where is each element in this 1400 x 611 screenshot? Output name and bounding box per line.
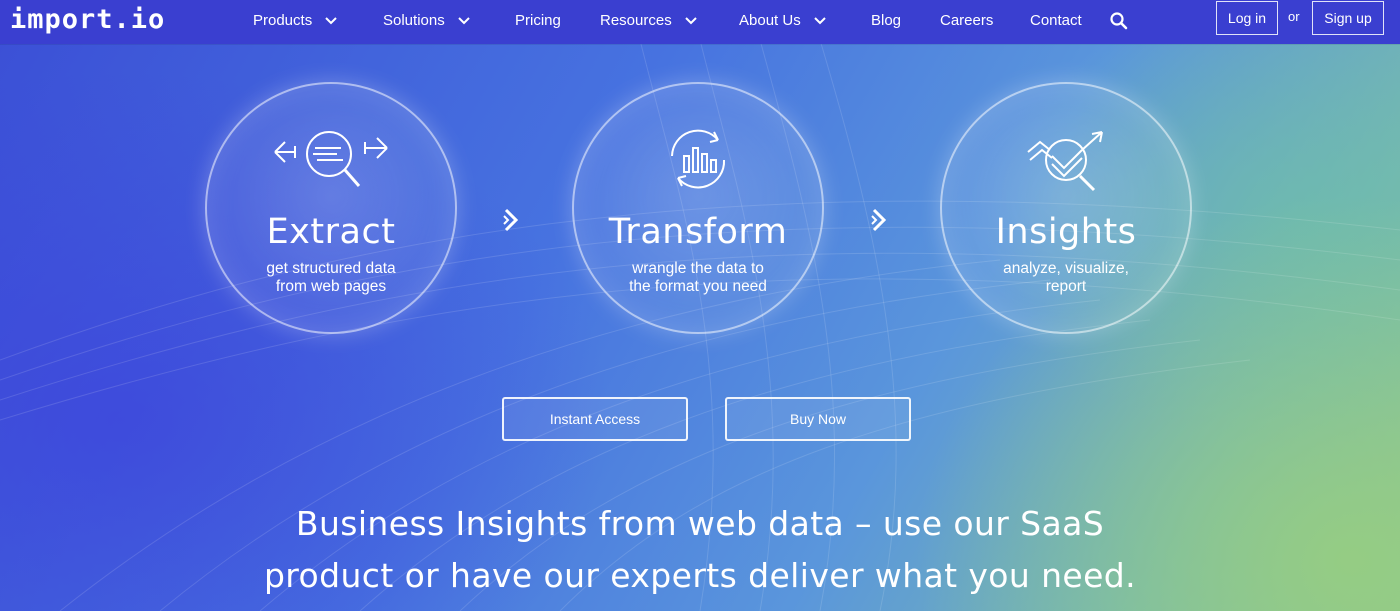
nav-about-us[interactable]: About Us (739, 12, 827, 29)
nav-careers[interactable]: Careers (940, 12, 993, 29)
insights-description-line2: report (1045, 278, 1087, 295)
transform-description-line1: wrangle the data to (632, 260, 764, 277)
double-chevron-right-icon (503, 208, 519, 232)
login-button[interactable]: Log in (1216, 1, 1278, 35)
transform-title: Transform (608, 212, 788, 252)
nav-pricing[interactable]: Pricing (515, 12, 561, 29)
search-icon[interactable] (1109, 11, 1129, 31)
nav-solutions[interactable]: Solutions (383, 12, 471, 29)
instant-access-button[interactable]: Instant Access (502, 397, 688, 441)
hero-headline-line1: Business Insights from web data – use ou… (295, 504, 1105, 543)
extract-magnifier-icon (274, 131, 388, 187)
or-label: or (1288, 9, 1300, 24)
nav-resources-label: Resources (600, 12, 672, 29)
extract-description-line1: get structured data (266, 260, 396, 277)
transform-chart-cycle-icon (671, 129, 726, 189)
transform-circle[interactable]: Transform wrangle the data to the format… (572, 82, 824, 334)
nav-careers-label: Careers (940, 12, 994, 29)
nav-pricing-label: Pricing (515, 12, 561, 29)
import-io-logo[interactable]: import.io (10, 4, 165, 35)
chevron-down-icon (325, 16, 337, 24)
extract-description: get structured data from web pages (207, 260, 455, 296)
insights-title: Insights (995, 212, 1137, 252)
insights-description-line1: analyze, visualize, (1003, 260, 1129, 277)
nav-blog[interactable]: Blog (871, 12, 901, 29)
nav-solutions-label: Solutions (383, 12, 445, 29)
insights-description: analyze, visualize, report (942, 260, 1190, 296)
insights-trend-icon (1027, 131, 1103, 192)
buy-now-button[interactable]: Buy Now (725, 397, 911, 441)
transform-description-line2: the format you need (629, 278, 767, 295)
nav-contact-label: Contact (1030, 12, 1082, 29)
signup-button[interactable]: Sign up (1312, 1, 1384, 35)
transform-description: wrangle the data to the format you need (574, 260, 822, 296)
nav-resources[interactable]: Resources (600, 12, 698, 29)
extract-circle[interactable]: Extract get structured data from web pag… (205, 82, 457, 334)
extract-description-line2: from web pages (275, 278, 387, 295)
chevron-down-icon (813, 16, 826, 24)
extract-title: Extract (266, 212, 396, 252)
double-chevron-right-icon (871, 208, 887, 232)
nav-blog-label: Blog (871, 12, 902, 29)
nav-products-label: Products (253, 12, 313, 29)
nav-about-us-label: About Us (739, 12, 801, 29)
hero-headline: Business Insights from web data – use ou… (0, 498, 1400, 602)
chevron-down-icon (458, 16, 470, 24)
insights-circle[interactable]: Insights analyze, visualize, report (940, 82, 1192, 334)
nav-products[interactable]: Products (253, 12, 338, 29)
hero-headline-line2: product or have our experts deliver what… (263, 556, 1137, 595)
nav-contact[interactable]: Contact (1030, 12, 1082, 29)
top-navbar: import.io Products Solutions Pricing Res… (0, 0, 1400, 44)
chevron-down-icon (684, 16, 697, 24)
